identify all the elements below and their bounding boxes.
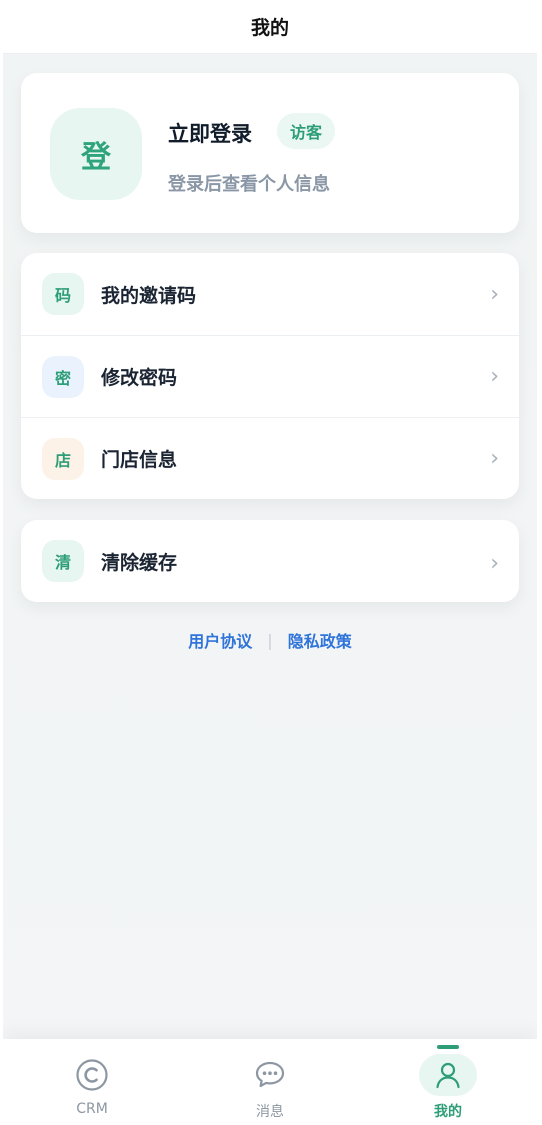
menu-item-invite-code[interactable]: 码 我的邀请码 ›	[21, 253, 519, 335]
login-subtitle: 登录后查看个人信息	[168, 174, 330, 195]
page-title: 我的	[250, 17, 289, 39]
password-icon: 密	[42, 355, 84, 398]
user-agreement-link[interactable]: 用户协议	[188, 628, 252, 652]
person-icon	[419, 1054, 477, 1096]
bottom-tab-bar: CRM 消息 我的	[3, 1039, 537, 1125]
clear-cache-icon: 清	[42, 540, 84, 582]
footer-links: 用户协议 | 隐私政策	[3, 628, 537, 652]
tab-label: 消息	[256, 1104, 284, 1120]
login-title[interactable]: 立即登录	[168, 118, 252, 148]
chevron-right-icon: ›	[490, 364, 499, 389]
crm-c-icon	[63, 1054, 121, 1096]
profile-card[interactable]: 登 立即登录 访客 登录后查看个人信息	[21, 73, 519, 233]
tab-crm[interactable]: CRM	[3, 1039, 181, 1125]
store-icon: 店	[42, 437, 84, 480]
menu-item-label: 修改密码	[101, 367, 178, 389]
chat-bubble-icon	[241, 1054, 299, 1096]
link-separator: |	[267, 630, 273, 650]
chevron-right-icon: ›	[490, 446, 499, 471]
guest-badge: 访客	[277, 113, 336, 149]
menu-item-label: 我的邀请码	[101, 284, 197, 307]
top-navbar: 我的	[3, 0, 537, 54]
tab-label: CRM	[76, 1101, 108, 1117]
chevron-right-icon: ›	[490, 281, 499, 307]
menu-group-account: 码 我的邀请码 › 密 修改密码 › 店 门店信息 ›	[21, 253, 519, 499]
menu-group-system: 清 清除缓存 ›	[21, 520, 519, 602]
app-screen: 我的 登 立即登录 访客 登录后查看个人信息 码 我的邀请码 › 密 修改密码 …	[3, 0, 537, 1125]
tab-messages[interactable]: 消息	[181, 1039, 359, 1125]
privacy-policy-link[interactable]: 隐私政策	[288, 628, 352, 652]
tab-mine[interactable]: 我的	[359, 1039, 537, 1125]
invite-code-icon: 码	[42, 273, 84, 315]
menu-item-change-password[interactable]: 密 修改密码 ›	[21, 335, 519, 417]
menu-item-store-info[interactable]: 店 门店信息 ›	[21, 417, 519, 499]
active-tab-indicator	[437, 1045, 459, 1049]
menu-item-label: 清除缓存	[101, 551, 178, 574]
avatar[interactable]: 登	[50, 108, 142, 200]
tab-label: 我的	[434, 1104, 462, 1120]
chevron-right-icon: ›	[490, 551, 499, 576]
menu-item-clear-cache[interactable]: 清 清除缓存 ›	[21, 520, 519, 602]
menu-item-label: 门店信息	[101, 449, 178, 471]
